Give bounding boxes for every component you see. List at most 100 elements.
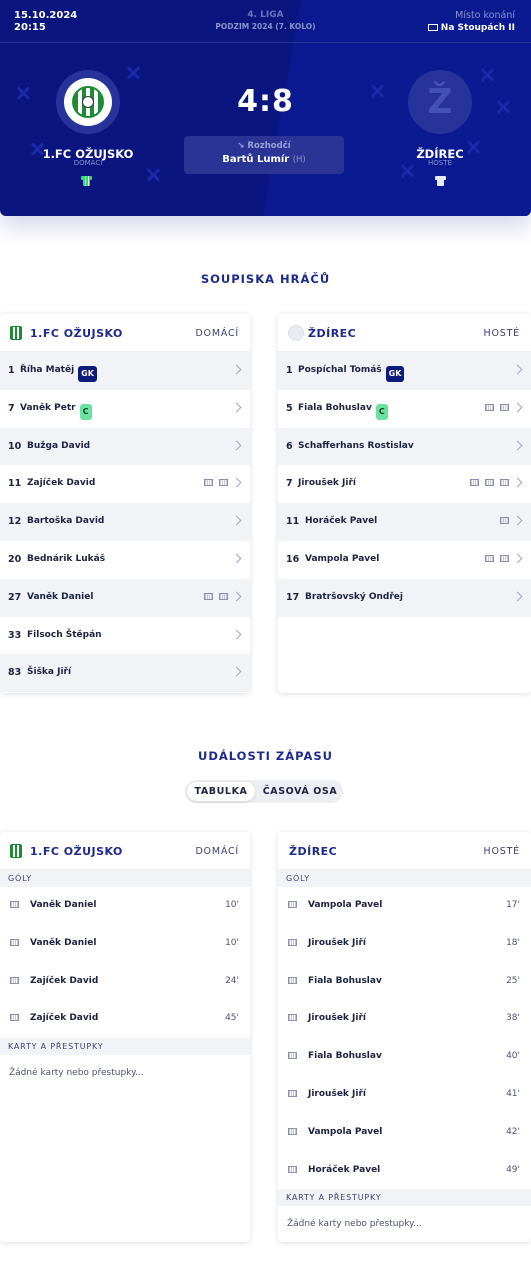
chevron-right-icon [512,402,523,413]
goal-icon [288,1089,297,1097]
chevron-right-icon [512,477,523,488]
home-events-card: 1.FC OŽUJSKO DOMÁCÍ GÓLY Vaněk Daniel 10'… [0,832,250,1242]
player-row[interactable]: 20 Bednárik Lukáš [0,541,250,579]
away-team-mini-logo [288,325,304,341]
player-name-wrap: Šiška Jiří [27,667,71,677]
goal-event-row[interactable]: Fiala Bohuslav 40' [278,1038,531,1076]
player-row[interactable]: 7 Vaněk Petr C [0,390,250,428]
player-name: Vaněk Daniel [27,591,94,602]
referee-label-wrap: ↘ Rozhodčí [184,141,344,151]
player-row[interactable]: 83 Šiška Jiří [0,654,250,693]
player-goal-icons [198,479,228,489]
goal-icon [288,976,297,984]
away-events-card: ŽDÍREC HOSTÉ GÓLY Vampola Pavel 17' Jirouš… [278,832,531,1242]
goal-minute: 42' [506,1126,520,1137]
chevron-right-icon [512,591,523,602]
chevron-right-icon [512,364,523,375]
goal-scorer-name: Vaněk Daniel [30,900,97,910]
away-goals-list: Vampola Pavel 17' Jiroušek Jiří 18' Fiala Bo… [278,887,531,1189]
goal-minute: 41' [506,1088,520,1099]
home-lineup-side: DOMÁCÍ [195,328,239,339]
player-number: 12 [8,516,22,528]
goal-minute: 40' [506,1051,520,1062]
player-row[interactable]: 27 Vaněk Daniel [0,578,250,617]
goal-event-row[interactable]: Jiroušek Jiří 41' [278,1076,531,1114]
away-goals-heading: GÓLY [278,870,531,887]
goal-scorer-name: Vampola Pavel [308,900,383,910]
goal-event-row[interactable]: Vaněk Daniel 10' [0,925,250,963]
goal-minute: 18' [506,937,520,948]
player-goal-icons [198,592,228,603]
venue-name-wrap[interactable]: Na Stoupách II [427,22,515,34]
whistle-icon: ↘ [237,141,245,151]
goal-icon [500,517,509,525]
goal-event-row[interactable]: Jiroušek Jiří 18' [278,925,531,963]
player-row[interactable]: 6 Schafferhans Rostislav [278,427,531,466]
player-row[interactable]: 12 Bartoška David [0,503,250,541]
goal-scorer-name: Jiroušek Jiří [308,1013,366,1024]
home-jersey-icon [81,175,92,186]
player-name-wrap: Vampola Pavel [305,554,379,564]
away-team-logo[interactable]: Ž [408,70,472,134]
tab-timeline[interactable]: ČASOVÁ OSA [261,780,339,803]
referee-role: (H) [292,155,306,165]
away-lineup-header: ŽDÍREC HOSTÉ [278,314,531,352]
player-row[interactable]: 11 Zajíček David [0,465,250,503]
away-lineup-title: ŽDÍREC [308,327,357,340]
player-row[interactable]: 5 Fiala Bohuslav C [278,390,531,428]
player-name: Vampola Pavel [305,553,380,564]
chevron-right-icon [231,477,242,488]
goal-icon [219,479,228,487]
player-name-wrap: Horáček Pavel [305,516,377,526]
goal-icon [204,479,213,487]
goal-minute: 45' [225,1013,239,1024]
player-row[interactable]: 11 Horáček Pavel [278,503,531,541]
chevron-right-icon [231,591,242,602]
player-row[interactable]: 1 Pospíchal Tomáš GK [278,352,531,390]
player-row[interactable]: 17 Bratršovský Ondřej [278,578,531,617]
player-row[interactable]: 10 Bužga David [0,427,250,466]
away-no-cards: Žádné karty nebo přestupky... [287,1219,422,1230]
goal-event-row[interactable]: Jiroušek Jiří 38' [278,1000,531,1038]
away-team-role: HOSTÉ [428,159,452,167]
goal-event-row[interactable]: Vampola Pavel 17' [278,887,531,925]
goal-icon [10,976,19,984]
player-number: 20 [8,553,22,565]
goal-icon [485,479,494,487]
player-number: 11 [8,478,22,490]
home-events-header: 1.FC OŽUJSKO DOMÁCÍ [0,832,250,870]
player-name: Fiala Bohuslav [298,402,372,413]
stadium-icon [427,24,438,31]
player-row[interactable]: 16 Vampola Pavel [278,541,531,579]
player-name: Šiška Jiří [27,667,72,678]
player-number: 33 [8,629,22,641]
goal-event-row[interactable]: Fiala Bohuslav 25' [278,963,531,1001]
player-number: 1 [286,365,293,376]
away-events-title: ŽDÍREC [289,845,338,858]
away-lineup-side: HOSTÉ [483,328,520,339]
home-goals-heading: GÓLY [0,870,250,887]
home-goals-list: Vaněk Daniel 10' Vaněk Daniel 10' Zajíček Da… [0,887,250,1038]
player-row[interactable]: 1 Říha Matěj GK [0,352,250,390]
goal-event-row[interactable]: Horáček Pavel 49' [278,1152,531,1190]
goal-event-row[interactable]: Vaněk Daniel 10' [0,887,250,925]
player-name: Bratršovský Ondřej [305,591,403,602]
away-lineup-card: ŽDÍREC HOSTÉ 1 Pospíchal Tomáš GK 5 Fiala Bo… [278,314,531,693]
goal-event-row[interactable]: Zajíček David 24' [0,963,250,1001]
tab-table[interactable]: TABULKA [187,782,255,801]
goal-scorer-name: Vampola Pavel [308,1126,383,1137]
player-row[interactable]: 33 Filsoch Štěpán [0,617,250,655]
goal-event-row[interactable]: Vampola Pavel 42' [278,1114,531,1152]
player-row[interactable]: 7 Jiroušek Jiří [278,465,531,503]
goal-scorer-name: Zajíček David [30,975,99,986]
events-title: UDÁLOSTI ZÁPASU [197,749,334,763]
player-number: 5 [286,402,293,414]
captain-badge: C [375,403,388,420]
away-jersey-icon [435,175,446,186]
goal-scorer-name: Zajíček David [30,1013,99,1024]
goal-event-row[interactable]: Zajíček David 45' [0,1000,250,1038]
player-name-wrap: Fiala Bohuslav C [298,403,388,420]
player-name: Zajíček David [27,478,96,489]
goal-icon [500,479,509,487]
player-name-wrap: Pospíchal Tomáš GK [298,365,405,382]
